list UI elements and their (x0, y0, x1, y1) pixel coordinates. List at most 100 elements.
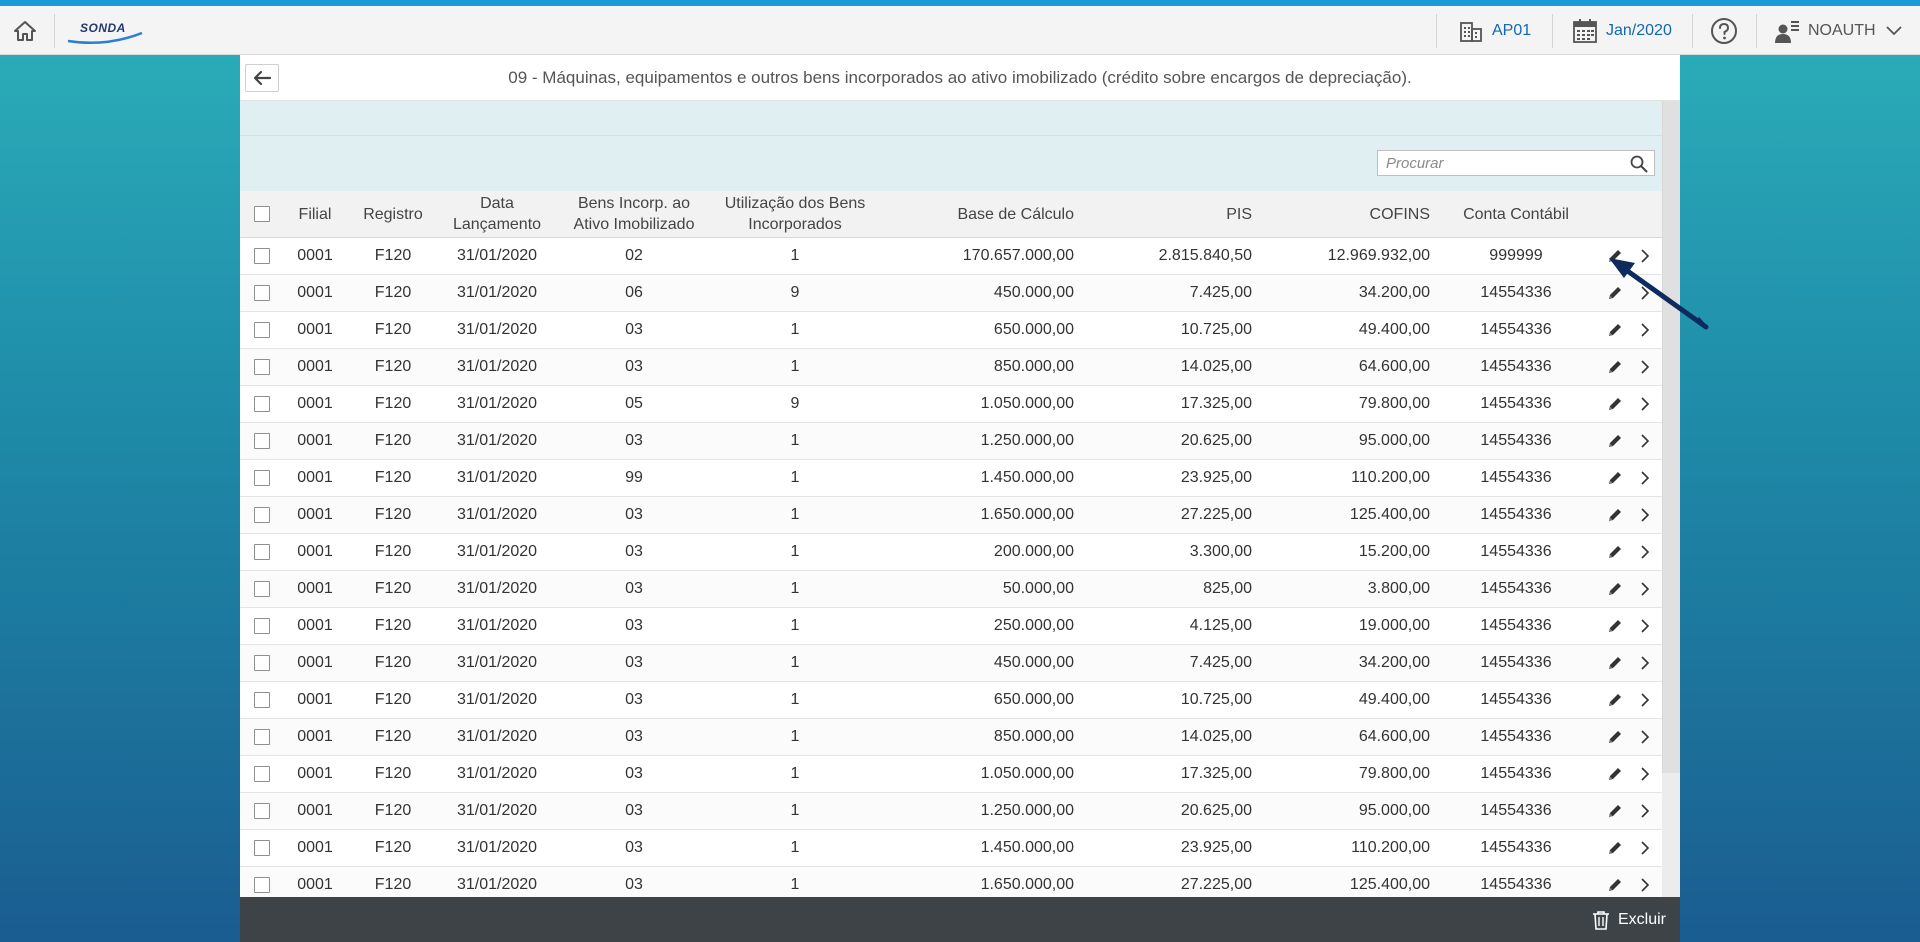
edit-button[interactable] (1604, 874, 1626, 896)
table-header-row: Filial Registro Data Lançamento Bens Inco… (240, 191, 1662, 238)
row-checkbox[interactable] (254, 876, 270, 893)
row-checkbox[interactable] (254, 395, 270, 412)
table-row[interactable]: 0001 F120 31/01/2020 03 1 1.250.000,00 20.625,… (240, 792, 1662, 830)
edit-button[interactable] (1604, 837, 1626, 859)
company-selector[interactable]: AP01 (1458, 14, 1531, 48)
col-base-calculo[interactable]: Base de Cálculo (876, 191, 1078, 238)
row-navigate-button[interactable] (1634, 800, 1656, 822)
row-checkbox[interactable] (254, 691, 270, 708)
row-navigate-button[interactable] (1634, 689, 1656, 711)
col-cofins[interactable]: COFINS (1256, 191, 1434, 238)
col-conta-contabil[interactable]: Conta Contábil (1434, 191, 1598, 238)
row-navigate-button[interactable] (1634, 393, 1656, 415)
edit-button[interactable] (1604, 652, 1626, 674)
row-navigate-button[interactable] (1634, 541, 1656, 563)
edit-button[interactable] (1604, 763, 1626, 785)
help-button[interactable] (1710, 14, 1738, 48)
row-navigate-button[interactable] (1634, 282, 1656, 304)
chevron-right-icon (1641, 397, 1650, 411)
table-row[interactable]: 0001 F120 31/01/2020 03 1 650.000,00 10.725,00… (240, 311, 1662, 349)
row-actions-cell (1598, 570, 1662, 608)
row-select-cell (240, 311, 284, 349)
table-row[interactable]: 0001 F120 31/01/2020 03 1 850.000,00 14.025,00… (240, 718, 1662, 756)
col-data-lancamento[interactable]: Data Lançamento (440, 191, 554, 238)
row-checkbox[interactable] (254, 839, 270, 856)
row-navigate-button[interactable] (1634, 578, 1656, 600)
col-pis[interactable]: PIS (1078, 191, 1256, 238)
table-row[interactable]: 0001 F120 31/01/2020 06 9 450.000,00 7.425,00 3… (240, 274, 1662, 312)
col-utilizacao[interactable]: Utilização dos Bens Incorporados (714, 191, 876, 238)
table-row[interactable]: 0001 F120 31/01/2020 03 1 1.050.000,00 17.325,… (240, 755, 1662, 793)
row-navigate-button[interactable] (1634, 245, 1656, 267)
home-button[interactable] (10, 16, 40, 46)
table-row[interactable]: 0001 F120 31/01/2020 03 1 450.000,00 7.425,00 3… (240, 644, 1662, 682)
edit-button[interactable] (1604, 356, 1626, 378)
row-checkbox[interactable] (254, 321, 270, 338)
edit-button[interactable] (1604, 430, 1626, 452)
edit-button[interactable] (1604, 615, 1626, 637)
row-navigate-button[interactable] (1634, 504, 1656, 526)
col-bens-incorp[interactable]: Bens Incorp. ao Ativo Imobilizado (554, 191, 714, 238)
row-navigate-button[interactable] (1634, 356, 1656, 378)
edit-button[interactable] (1604, 689, 1626, 711)
col-filial[interactable]: Filial (284, 191, 346, 238)
row-checkbox[interactable] (254, 247, 270, 264)
edit-button[interactable] (1604, 578, 1626, 600)
table-row[interactable]: 0001 F120 31/01/2020 05 9 1.050.000,00 17.325,… (240, 385, 1662, 423)
search-field[interactable] (1377, 150, 1655, 176)
row-navigate-button[interactable] (1634, 763, 1656, 785)
row-checkbox[interactable] (254, 802, 270, 819)
row-navigate-button[interactable] (1634, 652, 1656, 674)
row-checkbox[interactable] (254, 654, 270, 671)
select-all-checkbox[interactable] (254, 206, 270, 223)
cell-conta-contabil: 14554336 (1434, 755, 1598, 793)
table-row[interactable]: 0001 F120 31/01/2020 99 1 1.450.000,00 23.925,… (240, 459, 1662, 497)
col-registro[interactable]: Registro (346, 191, 440, 238)
table-row[interactable]: 0001 F120 31/01/2020 03 1 200.000,00 3.300,00 1… (240, 533, 1662, 571)
row-navigate-button[interactable] (1634, 874, 1656, 896)
row-checkbox[interactable] (254, 728, 270, 745)
table-row[interactable]: 0001 F120 31/01/2020 03 1 650.000,00 10.725,00… (240, 681, 1662, 719)
cell-cofins: 49.400,00 (1256, 311, 1434, 349)
row-checkbox[interactable] (254, 543, 270, 560)
row-navigate-button[interactable] (1634, 726, 1656, 748)
period-selector[interactable]: Jan/2020 (1572, 14, 1672, 48)
edit-button[interactable] (1604, 245, 1626, 267)
row-navigate-button[interactable] (1634, 467, 1656, 489)
table-row[interactable]: 0001 F120 31/01/2020 03 1 850.000,00 14.025,00… (240, 348, 1662, 386)
pencil-icon (1609, 583, 1621, 595)
table-row[interactable]: 0001 F120 31/01/2020 03 1 1.250.000,00 20.625,… (240, 422, 1662, 460)
row-checkbox[interactable] (254, 469, 270, 486)
edit-button[interactable] (1604, 800, 1626, 822)
row-navigate-button[interactable] (1634, 430, 1656, 452)
edit-button[interactable] (1604, 726, 1626, 748)
row-checkbox[interactable] (254, 765, 270, 782)
footer-toolbar: Excluir (240, 897, 1680, 942)
row-checkbox[interactable] (254, 617, 270, 634)
row-navigate-button[interactable] (1634, 615, 1656, 637)
edit-button[interactable] (1604, 319, 1626, 341)
user-menu[interactable]: NOAUTH (1774, 14, 1904, 48)
row-checkbox[interactable] (254, 580, 270, 597)
search-input[interactable] (1378, 151, 1626, 175)
table-row[interactable]: 0001 F120 31/01/2020 03 1 1.650.000,00 27.225,… (240, 496, 1662, 534)
search-icon[interactable] (1630, 155, 1648, 173)
row-checkbox[interactable] (254, 506, 270, 523)
row-checkbox[interactable] (254, 358, 270, 375)
edit-button[interactable] (1604, 504, 1626, 526)
scrollbar-thumb[interactable] (1662, 101, 1680, 773)
row-checkbox[interactable] (254, 432, 270, 449)
edit-button[interactable] (1604, 282, 1626, 304)
table-row[interactable]: 0001 F120 31/01/2020 03 1 1.450.000,00 23.925,… (240, 829, 1662, 867)
edit-button[interactable] (1604, 541, 1626, 563)
table-row[interactable]: 0001 F120 31/01/2020 02 1 170.657.000,00 2.815… (240, 237, 1662, 275)
edit-button[interactable] (1604, 467, 1626, 489)
delete-button[interactable]: Excluir (1592, 897, 1666, 942)
table-row[interactable]: 0001 F120 31/01/2020 03 1 250.000,00 4.125,00 1… (240, 607, 1662, 645)
row-navigate-button[interactable] (1634, 319, 1656, 341)
edit-button[interactable] (1604, 393, 1626, 415)
table-row[interactable]: 0001 F120 31/01/2020 03 1 50.000,00 825,00 3.80… (240, 570, 1662, 608)
row-navigate-button[interactable] (1634, 837, 1656, 859)
back-button[interactable] (245, 64, 279, 92)
row-checkbox[interactable] (254, 284, 270, 301)
